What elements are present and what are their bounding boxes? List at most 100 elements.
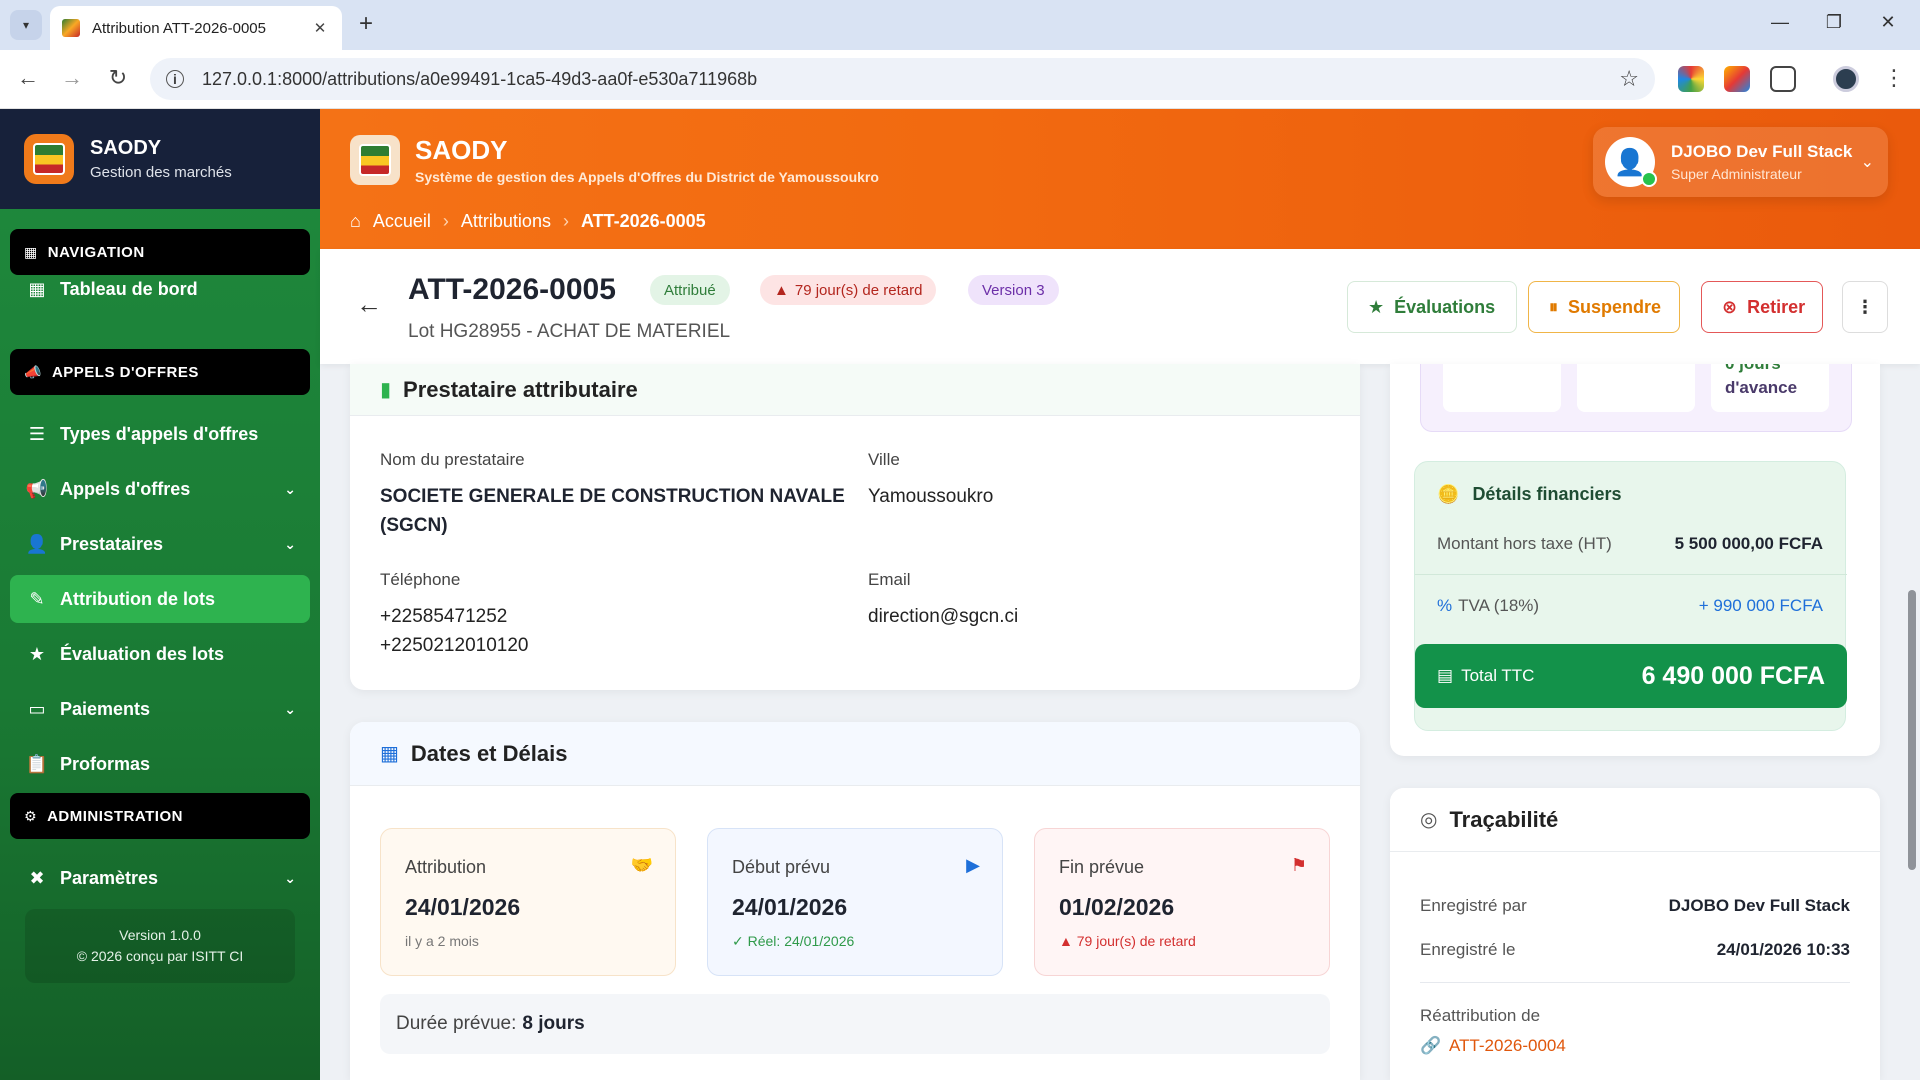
finance-title: 🪙 Détails financiers bbox=[1437, 484, 1622, 504]
avatar: 👤 bbox=[1605, 137, 1657, 187]
minimize-button[interactable]: — bbox=[1768, 12, 1792, 33]
reload-icon[interactable]: ↻ bbox=[104, 64, 132, 92]
version-box: Version 1.0.0 © 2026 conçu par ISITT CI bbox=[25, 909, 295, 983]
dates-card-header: ▦ Dates et Délais bbox=[350, 722, 1360, 786]
user-name: DJOBO Dev Full Stack bbox=[1671, 142, 1853, 161]
sidebar-item-parametres[interactable]: ✖ Paramètres ⌄ bbox=[10, 854, 310, 902]
percent-icon: % bbox=[1437, 596, 1453, 615]
chevron-down-icon: ⌄ bbox=[284, 535, 296, 552]
reattribution-link[interactable]: 🔗 ATT-2026-0004 bbox=[1420, 1036, 1566, 1056]
extension-icon[interactable] bbox=[1678, 66, 1704, 92]
back-icon[interactable]: ← bbox=[14, 64, 42, 92]
coins-icon: 🪙 bbox=[1437, 484, 1460, 504]
trace-registered-by: Enregistré par DJOBO Dev Full Stack bbox=[1420, 896, 1850, 915]
city-label: Ville bbox=[868, 450, 900, 469]
user-menu[interactable]: 👤 DJOBO Dev Full Stack Super Administrat… bbox=[1593, 127, 1888, 197]
sidebar-item-appels[interactable]: 📢 Appels d'offres ⌄ bbox=[10, 465, 310, 513]
check-icon: ✓ bbox=[732, 933, 744, 949]
prestataire-card-header: ▮ Prestataire attributaire bbox=[350, 364, 1360, 416]
browser-menu-icon[interactable]: ⋮ bbox=[1880, 64, 1908, 92]
stat-box bbox=[1443, 364, 1561, 412]
bookmark-star-icon[interactable]: ☆ bbox=[1619, 66, 1639, 92]
url-text[interactable]: 127.0.0.1:8000/attributions/a0e99491-1ca… bbox=[202, 69, 1619, 90]
delay-badge: ▲ 79 jour(s) de retard bbox=[760, 275, 937, 305]
site-info-icon[interactable]: i bbox=[166, 70, 184, 88]
breadcrumb-current: ATT-2026-0005 bbox=[580, 211, 706, 231]
total-ttc-bar: ▤ Total TTC 6 490 000 FCFA bbox=[1415, 644, 1847, 708]
advance-stat-box: 0 jours d'avance bbox=[1711, 364, 1829, 412]
warning-icon: ▲ bbox=[1059, 933, 1073, 949]
section-appels: 📣 APPELS D'OFFRES bbox=[10, 349, 310, 395]
calculator-icon: ▤ bbox=[1437, 666, 1454, 685]
page-scrollbar[interactable] bbox=[1908, 590, 1916, 870]
breadcrumb-attributions[interactable]: Attributions bbox=[461, 211, 551, 232]
address-bar[interactable]: i 127.0.0.1:8000/attributions/a0e99491-1… bbox=[150, 58, 1655, 100]
browser-tab[interactable]: Attribution ATT-2026-0005 ✕ bbox=[50, 6, 342, 50]
duration-bar: Durée prévue: 8 jours bbox=[380, 994, 1330, 1054]
phone-values: +22585471252 +2250212010120 bbox=[380, 606, 529, 657]
city-value: Yamoussoukro bbox=[868, 486, 994, 507]
back-arrow-icon[interactable]: ← bbox=[356, 289, 382, 320]
pause-icon: ⏸ bbox=[1549, 296, 1558, 317]
suspend-button[interactable]: ⏸ Suspendre bbox=[1528, 281, 1680, 333]
extensions-puzzle-icon[interactable] bbox=[1770, 66, 1796, 92]
close-icon[interactable]: ✕ bbox=[310, 19, 330, 37]
favicon-icon bbox=[62, 19, 80, 37]
email-label: Email bbox=[868, 570, 911, 589]
page-subtitle: Lot HG28955 - ACHAT DE MATERIEL bbox=[408, 321, 731, 342]
header-logo bbox=[350, 135, 400, 185]
page-header: ← ATT-2026-0005 Attribué ▲ 79 jour(s) de… bbox=[320, 249, 1920, 364]
sidebar-item-attribution[interactable]: ✎ Attribution de lots bbox=[10, 575, 310, 623]
extension-pen-icon[interactable] bbox=[1724, 66, 1750, 92]
megaphone-icon: 📣 bbox=[24, 363, 42, 380]
star-icon: ★ bbox=[28, 643, 46, 664]
close-window-button[interactable]: ✕ bbox=[1876, 12, 1900, 33]
credit-card-icon: ▭ bbox=[28, 698, 46, 719]
email-value[interactable]: direction@sgcn.ci bbox=[868, 602, 1018, 631]
profile-avatar[interactable] bbox=[1833, 66, 1859, 92]
new-tab-button[interactable]: + bbox=[354, 12, 378, 36]
user-role: Super Administrateur bbox=[1671, 166, 1802, 182]
progress-stats: 0 jours d'avance bbox=[1420, 364, 1852, 432]
table-icon: ▦ bbox=[28, 278, 46, 299]
brand-name: SAODY bbox=[90, 137, 162, 159]
withdraw-button[interactable]: ⊗ Retirer bbox=[1701, 281, 1823, 333]
tab-search-button[interactable]: ▾ bbox=[10, 10, 42, 40]
header-subtitle: Système de gestion des Appels d'Offres d… bbox=[415, 169, 879, 185]
sidebar-item-evaluation[interactable]: ★ Évaluation des lots bbox=[10, 630, 310, 678]
section-admin: ⚙ ADMINISTRATION bbox=[10, 793, 310, 839]
sidebar-brand[interactable]: SAODY Gestion des marchés bbox=[0, 109, 320, 209]
provider-name: SOCIETE GENERALE DE CONSTRUCTION NAVALE … bbox=[380, 486, 845, 537]
browser-tabstrip: ▾ Attribution ATT-2026-0005 ✕ + — ❐ ✕ bbox=[0, 0, 1920, 50]
sidebar-item-proformas[interactable]: 📋 Proformas bbox=[10, 740, 310, 788]
sidebar-item-paiements[interactable]: ▭ Paiements ⌄ bbox=[10, 685, 310, 733]
advance-value: 0 jours bbox=[1725, 364, 1815, 376]
dates-card: ▦ Dates et Délais 🤝 Attribution 24/01/20… bbox=[350, 722, 1360, 1080]
breadcrumb-home[interactable]: Accueil bbox=[373, 211, 431, 232]
advance-label: d'avance bbox=[1725, 377, 1798, 397]
edit-icon: ✎ bbox=[29, 588, 45, 609]
more-options-button[interactable]: ⋮ bbox=[1842, 281, 1888, 333]
link-icon: 🔗 bbox=[1420, 1036, 1442, 1055]
maximize-button[interactable]: ❐ bbox=[1822, 12, 1846, 33]
trace-card: ◎ Traçabilité Enregistré par DJOBO Dev F… bbox=[1390, 788, 1880, 1080]
sidebar-item-types[interactable]: ☰ Types d'appels d'offres bbox=[10, 410, 310, 458]
forward-icon[interactable]: → bbox=[58, 64, 86, 92]
evaluations-button[interactable]: ★ Évaluations bbox=[1347, 281, 1517, 333]
copyright-text: © 2026 conçu par ISITT CI bbox=[76, 948, 244, 964]
chevron-right-icon: › bbox=[562, 211, 569, 231]
megaphone-icon: 📢 bbox=[25, 478, 49, 499]
tab-title: Attribution ATT-2026-0005 bbox=[92, 19, 266, 37]
gears-icon: ⚙ bbox=[24, 807, 38, 824]
chevron-down-icon: ⌄ bbox=[284, 869, 296, 886]
header-title: SAODY bbox=[415, 135, 508, 165]
sidebar-item-dashboard[interactable]: ▦ Tableau de bord bbox=[10, 265, 310, 313]
attribution-date-box: 🤝 Attribution 24/01/2026 il y a 2 mois bbox=[380, 828, 676, 976]
phone-label: Téléphone bbox=[380, 570, 461, 589]
sidebar-item-prestataires[interactable]: 👤 Prestataires ⌄ bbox=[10, 520, 310, 568]
version-badge: Version 3 bbox=[968, 275, 1059, 305]
start-date-box: ▶ Début prévu 24/01/2026 ✓ Réel: 24/01/2… bbox=[707, 828, 1003, 976]
clipboard-icon: 📋 bbox=[25, 753, 49, 774]
version-text: Version 1.0.0 bbox=[119, 927, 201, 943]
brand-subtitle: Gestion des marchés bbox=[90, 164, 232, 181]
